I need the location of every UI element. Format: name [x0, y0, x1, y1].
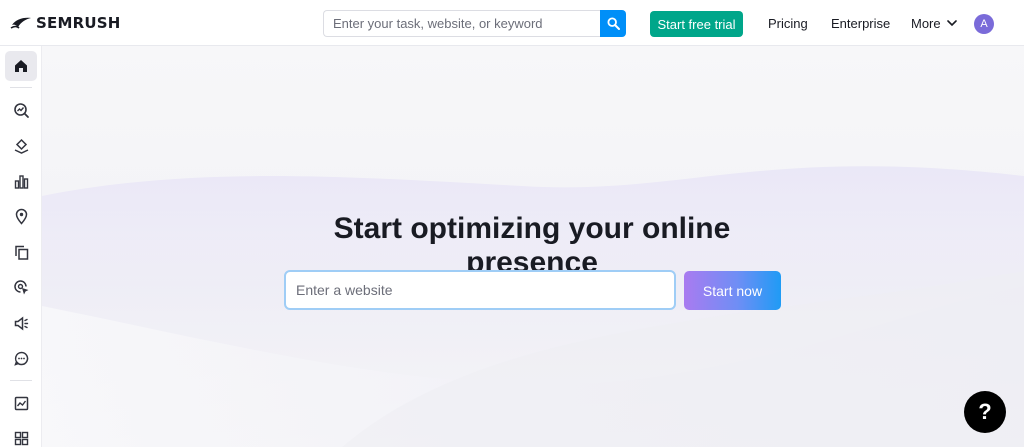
sidebar-divider [10, 87, 32, 88]
traffic-icon [14, 138, 28, 154]
home-icon [15, 60, 27, 72]
sidebar-item-home[interactable] [5, 51, 37, 81]
chat-icon [13, 351, 28, 366]
top-header: SEMRUSH Start free trial Pricing Enterpr… [0, 0, 1024, 46]
left-sidebar [0, 46, 42, 447]
logo-text: SEMRUSH [36, 14, 121, 32]
semrush-logo-icon [10, 17, 31, 29]
user-avatar[interactable]: A [974, 14, 994, 34]
start-free-trial-button[interactable]: Start free trial [650, 11, 743, 37]
header-search-button[interactable] [600, 10, 626, 37]
sidebar-item-advertising[interactable] [5, 308, 37, 338]
sidebar-divider [10, 380, 32, 381]
sidebar-item-traffic[interactable] [5, 131, 37, 161]
nav-more-label: More [911, 16, 941, 31]
sidebar-item-local[interactable] [5, 201, 37, 231]
header-search [323, 10, 626, 37]
nav-more[interactable]: More [911, 16, 957, 31]
sidebar-item-social[interactable] [5, 343, 37, 373]
apps-grid-icon [14, 431, 28, 445]
seo-icon [13, 102, 29, 118]
header-search-input[interactable] [323, 10, 600, 37]
sidebar-item-content[interactable] [5, 237, 37, 267]
nav-enterprise[interactable]: Enterprise [831, 16, 890, 31]
content-icon [14, 245, 28, 260]
nav-pricing[interactable]: Pricing [768, 16, 808, 31]
megaphone-icon [14, 315, 28, 331]
website-input[interactable] [284, 270, 676, 310]
sidebar-item-apps[interactable] [5, 423, 37, 447]
chevron-down-icon [946, 20, 957, 27]
sidebar-item-ai[interactable] [5, 272, 37, 302]
start-now-button[interactable]: Start now [684, 271, 781, 310]
ai-cursor-icon [13, 279, 28, 294]
sidebar-item-analytics[interactable] [5, 166, 37, 196]
main-content: Start optimizing your online presence St… [42, 46, 1024, 447]
location-pin-icon [15, 208, 27, 225]
report-icon [14, 396, 28, 410]
semrush-logo[interactable]: SEMRUSH [10, 14, 120, 32]
sidebar-item-reports[interactable] [5, 388, 37, 418]
help-button[interactable]: ? [964, 391, 1006, 433]
search-icon [606, 17, 620, 30]
bar-chart-icon [14, 174, 28, 189]
sidebar-item-seo[interactable] [5, 95, 37, 125]
